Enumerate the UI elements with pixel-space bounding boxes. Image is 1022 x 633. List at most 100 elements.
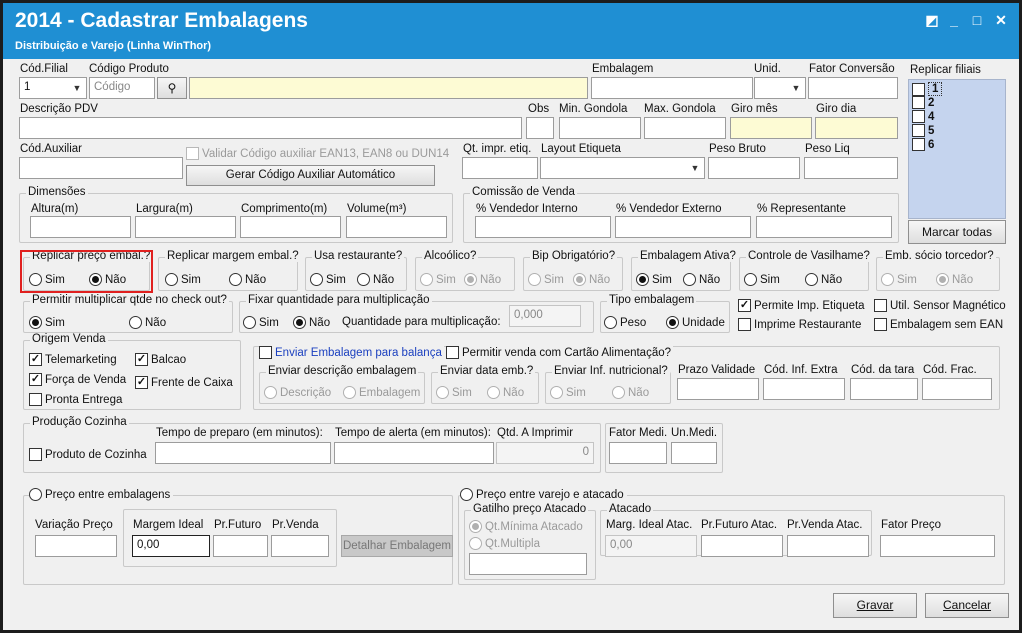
peso-liq-input[interactable] bbox=[804, 157, 898, 179]
search-product-icon[interactable]: ⚲ bbox=[157, 77, 187, 99]
util-sensor-checkbox[interactable]: Util. Sensor Magnético bbox=[874, 299, 1006, 312]
alcoolico-sim-radio[interactable]: Sim bbox=[420, 273, 456, 286]
qt-minima-radio[interactable]: Qt.Mínima Atacado bbox=[469, 520, 583, 533]
min-gondola-input[interactable] bbox=[559, 117, 641, 139]
close-icon[interactable]: ✕ bbox=[993, 12, 1009, 28]
controle-vasilhame-sim-radio[interactable]: Sim bbox=[744, 273, 780, 286]
tipo-peso-radio[interactable]: Peso bbox=[604, 316, 646, 329]
filial-item[interactable]: 2 bbox=[912, 96, 934, 109]
qtd-imprimir-input[interactable]: 0 bbox=[496, 442, 594, 464]
fator-conversao-input[interactable] bbox=[808, 77, 898, 99]
filial-checkbox[interactable] bbox=[912, 138, 925, 151]
unid-select[interactable]: ▼ bbox=[754, 77, 806, 99]
largura-input[interactable] bbox=[135, 216, 236, 238]
permitir-multiplicar-nao-radio[interactable]: Não bbox=[129, 316, 166, 329]
minimize-icon[interactable]: _ bbox=[946, 12, 962, 28]
enviar-data-sim-radio[interactable]: Sim bbox=[436, 386, 472, 399]
altura-input[interactable] bbox=[30, 216, 131, 238]
descricao-pdv-input[interactable] bbox=[19, 117, 522, 139]
emb-socio-sim-radio[interactable]: Sim bbox=[881, 273, 917, 286]
forca-venda-checkbox[interactable]: ✓ Força de Venda bbox=[29, 373, 126, 386]
usa-restaurante-nao-radio[interactable]: Não bbox=[357, 273, 394, 286]
pr-futuro-input[interactable] bbox=[213, 535, 268, 557]
pr-venda-atac-input[interactable] bbox=[787, 535, 869, 557]
prazo-validade-input[interactable] bbox=[677, 378, 759, 400]
variacao-preco-input[interactable] bbox=[35, 535, 117, 557]
vendedor-interno-input[interactable] bbox=[475, 216, 611, 238]
qt-multipla-input[interactable] bbox=[469, 553, 587, 575]
fator-medi-input[interactable] bbox=[609, 442, 667, 464]
bip-nao-radio[interactable]: Não bbox=[573, 273, 610, 286]
enviar-balanca-checkbox[interactable]: Enviar Embalagem para balança bbox=[259, 346, 444, 359]
enviar-inf-sim-radio[interactable]: Sim bbox=[550, 386, 586, 399]
obs-input[interactable] bbox=[526, 117, 554, 139]
filial-checkbox[interactable] bbox=[912, 82, 925, 96]
fixar-nao-radio[interactable]: Não bbox=[293, 316, 330, 329]
preco-varejo-radio[interactable]: Preço entre varejo e atacado bbox=[460, 488, 627, 501]
cod-tara-input[interactable] bbox=[850, 378, 918, 400]
usa-restaurante-sim-radio[interactable]: Sim bbox=[310, 273, 346, 286]
emb-ativa-nao-radio[interactable]: Não bbox=[683, 273, 720, 286]
cod-frac-input[interactable] bbox=[922, 378, 992, 400]
emb-ativa-sim-radio[interactable]: Sim bbox=[636, 273, 672, 286]
telemarketing-checkbox[interactable]: ✓ Telemarketing bbox=[29, 353, 117, 366]
frente-caixa-checkbox[interactable]: ✓ Frente de Caixa bbox=[135, 376, 233, 389]
volume-input[interactable] bbox=[346, 216, 447, 238]
gravar-button[interactable]: Gravar bbox=[833, 593, 917, 618]
cod-auxiliar-input[interactable] bbox=[19, 157, 183, 179]
descricao-radio[interactable]: Descrição bbox=[264, 386, 331, 399]
maximize-icon[interactable]: □ bbox=[969, 12, 985, 28]
validar-ean-checkbox[interactable]: Validar Código auxiliar EAN13, EAN8 ou D… bbox=[186, 147, 449, 160]
cod-filial-select[interactable]: 1 ▼ bbox=[19, 77, 87, 99]
filial-item[interactable]: 6 bbox=[912, 138, 934, 151]
margem-ideal-input[interactable]: 0,00 bbox=[132, 535, 210, 557]
permite-imp-etiqueta-checkbox[interactable]: ✓ Permite Imp. Etiqueta bbox=[738, 299, 865, 312]
fator-preco-input[interactable] bbox=[880, 535, 995, 557]
pr-venda-input[interactable] bbox=[271, 535, 329, 557]
tempo-preparo-input[interactable] bbox=[155, 442, 331, 464]
marg-ideal-atac-input[interactable]: 0,00 bbox=[605, 535, 697, 557]
replicar-margem-sim-radio[interactable]: Sim bbox=[165, 273, 201, 286]
emb-socio-nao-radio[interactable]: Não bbox=[936, 273, 973, 286]
marcar-todas-button[interactable]: Marcar todas bbox=[908, 220, 1006, 244]
tipo-unidade-radio[interactable]: Unidade bbox=[666, 316, 725, 329]
pronta-entrega-checkbox[interactable]: Pronta Entrega bbox=[29, 393, 122, 406]
cancelar-button[interactable]: Cancelar bbox=[925, 593, 1009, 618]
qt-multipla-radio[interactable]: Qt.Multipla bbox=[469, 537, 540, 550]
cod-inf-extra-input[interactable] bbox=[763, 378, 845, 400]
tempo-alerta-input[interactable] bbox=[334, 442, 494, 464]
controle-vasilhame-nao-radio[interactable]: Não bbox=[805, 273, 842, 286]
pr-futuro-atac-input[interactable] bbox=[701, 535, 783, 557]
filial-checkbox[interactable] bbox=[912, 110, 925, 123]
un-medi-input[interactable] bbox=[671, 442, 717, 464]
imprime-restaurante-checkbox[interactable]: Imprime Restaurante bbox=[738, 318, 861, 331]
produto-cozinha-checkbox[interactable]: Produto de Cozinha bbox=[29, 448, 147, 461]
balcao-checkbox[interactable]: ✓ Balcao bbox=[135, 353, 186, 366]
bip-sim-radio[interactable]: Sim bbox=[528, 273, 564, 286]
comprimento-input[interactable] bbox=[240, 216, 341, 238]
embalagem-input[interactable] bbox=[591, 77, 753, 99]
permitir-cartao-checkbox[interactable]: Permitir venda com Cartão Alimentação? bbox=[446, 346, 674, 359]
representante-input[interactable] bbox=[756, 216, 892, 238]
embalagem-radio[interactable]: Embalagem bbox=[343, 386, 420, 399]
filial-checkbox[interactable] bbox=[912, 96, 925, 109]
qt-impr-input[interactable] bbox=[462, 157, 538, 179]
max-gondola-input[interactable] bbox=[644, 117, 726, 139]
preco-embalagens-radio[interactable]: Preço entre embalagens bbox=[29, 488, 174, 501]
edit-icon[interactable]: ◩ bbox=[924, 12, 940, 28]
qtd-multiplicacao-input[interactable]: 0,000 bbox=[509, 305, 581, 327]
layout-etiqueta-select[interactable]: ▼ bbox=[540, 157, 705, 179]
alcoolico-nao-radio[interactable]: Não bbox=[464, 273, 501, 286]
filial-item[interactable]: 5 bbox=[912, 124, 934, 137]
filial-item[interactable]: 4 bbox=[912, 110, 934, 123]
replicar-margem-nao-radio[interactable]: Não bbox=[229, 273, 266, 286]
fixar-sim-radio[interactable]: Sim bbox=[243, 316, 279, 329]
peso-bruto-input[interactable] bbox=[708, 157, 800, 179]
filial-checkbox[interactable] bbox=[912, 124, 925, 137]
gerar-codigo-button[interactable]: Gerar Código Auxiliar Automático bbox=[186, 165, 435, 186]
codigo-produto-input[interactable]: Código bbox=[89, 77, 155, 99]
enviar-data-nao-radio[interactable]: Não bbox=[487, 386, 524, 399]
vendedor-externo-input[interactable] bbox=[615, 216, 751, 238]
detalhar-embalagem-button[interactable]: Detalhar Embalagem bbox=[341, 535, 453, 557]
filial-item[interactable]: 1 bbox=[912, 82, 943, 96]
